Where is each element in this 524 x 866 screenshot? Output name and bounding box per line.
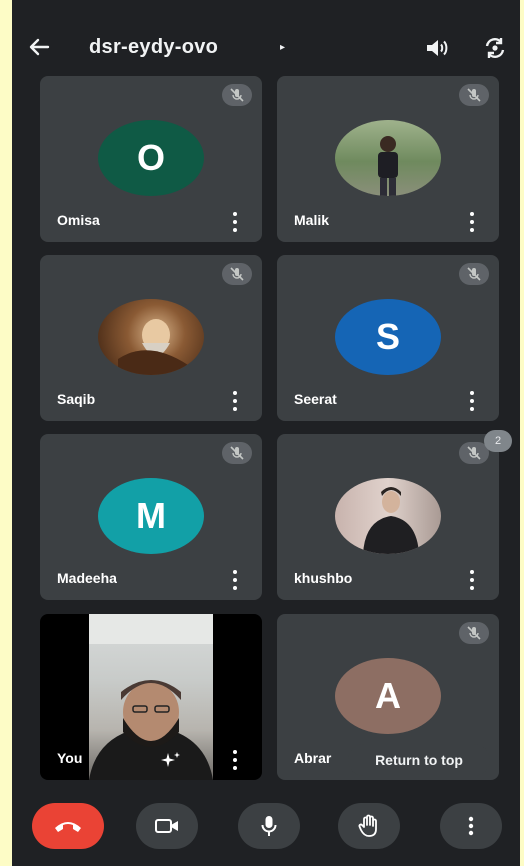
participant-name: Abrar [294,750,332,766]
mic-off-badge [222,84,252,106]
mic-off-icon [467,446,481,460]
microphone-icon [261,816,277,836]
speaker-icon [427,40,448,56]
participant-name: khushbo [294,570,353,586]
participant-tile-seerat[interactable]: S Seerat [277,255,499,421]
mic-off-badge [222,442,252,464]
participant-name: You [57,750,83,766]
mic-off-icon [230,88,244,102]
avatar: O [98,120,204,196]
avatar: S [335,299,441,375]
mic-off-icon [230,446,244,460]
avatar-photo [98,299,204,375]
avatar-photo [335,478,441,554]
mic-off-icon [467,626,481,640]
avatar: M [98,478,204,554]
end-call-button[interactable] [32,803,104,849]
more-vert-icon[interactable] [230,570,240,590]
mic-off-badge [459,263,489,285]
switch-camera-icon [485,38,505,58]
meeting-code[interactable]: dsr-eydy-ovo [89,36,218,59]
video-camera-icon [155,819,178,833]
more-vert-icon[interactable] [230,212,240,232]
participant-tile-self[interactable]: You [40,614,262,780]
mic-off-badge [459,622,489,644]
participant-tile-khushbo[interactable]: khushbo [277,434,499,600]
more-vert-icon [468,816,474,836]
avatar-photo [335,120,441,196]
more-vert-icon[interactable] [467,391,477,411]
participant-name: Madeeha [57,570,117,586]
meet-screen: dsr-eydy-ovo ▸ O Omisa Malik Saqib S See… [12,0,520,866]
more-vert-icon[interactable] [467,570,477,590]
hidden-participants-count-badge[interactable]: 2 [484,430,512,452]
participant-name: Saqib [57,391,96,407]
participant-tile-malik[interactable]: Malik [277,76,499,242]
avatar: A [335,658,441,734]
more-options-button[interactable] [440,803,502,849]
camera-button[interactable] [136,803,198,849]
participant-tile-omisa[interactable]: O Omisa [40,76,262,242]
meeting-info-caret-icon[interactable]: ▸ [280,42,285,53]
participant-name: Malik [294,212,330,228]
raise-hand-icon [358,814,377,837]
speaker-button[interactable] [424,36,450,60]
participant-name: Seerat [294,391,337,407]
mic-off-icon [467,88,481,102]
mic-off-icon [467,267,481,281]
microphone-button[interactable] [238,803,300,849]
person-photo-icon [363,487,419,554]
more-vert-icon[interactable] [467,212,477,232]
back-button[interactable] [26,34,52,60]
raise-hand-button[interactable] [338,803,400,849]
mic-off-badge [459,84,489,106]
phone-hangup-icon [55,822,81,832]
mic-off-icon [230,267,244,281]
more-vert-icon[interactable] [230,750,240,770]
arrow-left-icon [29,38,50,56]
top-bar: dsr-eydy-ovo ▸ [12,22,520,74]
effects-button[interactable] [160,750,182,770]
painting-photo-icon [118,319,188,375]
sparkle-effects-icon [161,752,180,767]
person-photo-icon [378,136,398,196]
more-vert-icon[interactable] [230,391,240,411]
switch-camera-button[interactable] [482,35,508,61]
participant-name: Omisa [57,212,100,228]
participant-tile-madeeha[interactable]: M Madeeha [40,434,262,600]
participant-tile-saqib[interactable]: Saqib [40,255,262,421]
self-camera-feed [89,614,213,780]
return-to-top-button[interactable]: Return to top [348,744,490,776]
mic-off-badge [222,263,252,285]
self-video-preview [89,614,213,780]
